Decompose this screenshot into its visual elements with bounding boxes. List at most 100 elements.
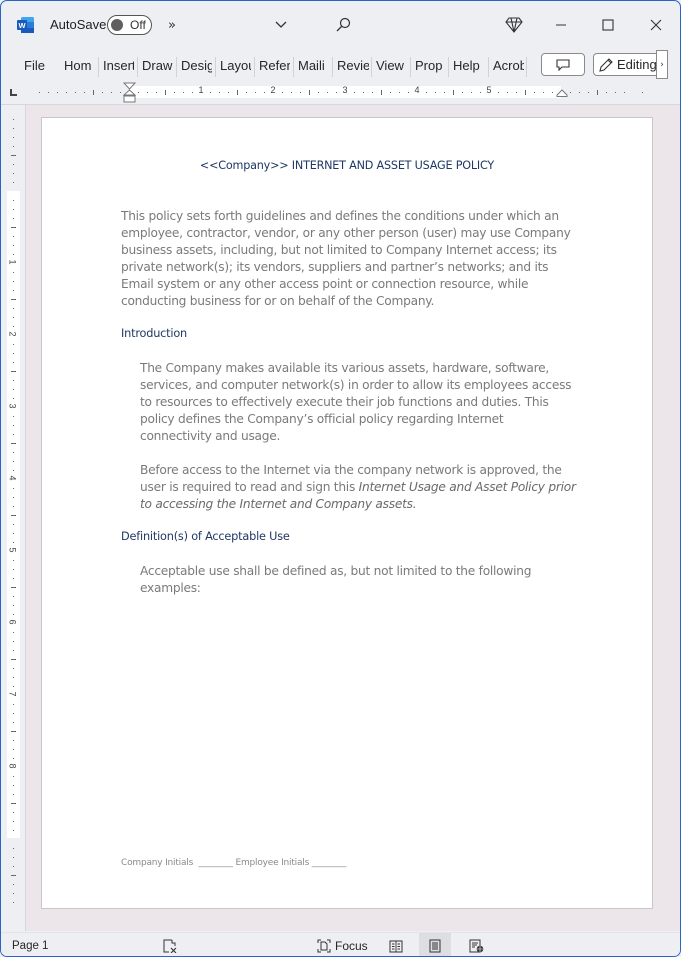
ruler-tick (111, 92, 112, 93)
section-heading-acceptable-use: Definition(s) of Acceptable Use (121, 530, 290, 543)
tab-home[interactable]: Hom (64, 57, 96, 75)
ruler-tick (498, 92, 499, 93)
editing-mode-button[interactable]: Editing (593, 53, 663, 76)
print-layout-icon[interactable] (419, 933, 451, 956)
ruler-tick (255, 92, 256, 93)
tab-mailings[interactable]: Maili (298, 57, 329, 75)
ruler-tick (11, 443, 16, 444)
ruler-tick (11, 587, 16, 588)
tab-references[interactable]: Refer (259, 57, 290, 75)
focus-icon (317, 939, 331, 953)
ruler-tick (138, 92, 139, 93)
svg-text:W: W (18, 21, 26, 30)
tab-draw[interactable]: Draw (142, 57, 174, 75)
ruler-tick (237, 90, 238, 95)
ruler-tick (300, 92, 301, 93)
ruler-tick (13, 569, 14, 570)
ruler-tick (444, 92, 445, 93)
ruler-number: 5 (486, 85, 492, 95)
ruler-number: 2 (7, 331, 18, 337)
vertical-ruler[interactable]: 1 2 3 4 5 6 7 8 (7, 107, 20, 907)
ruler-tick (13, 344, 14, 345)
tab-properties[interactable]: Prop (415, 57, 446, 75)
ruler-tick (13, 758, 14, 759)
ruler-tick (309, 90, 310, 95)
ruler-tick (453, 90, 454, 95)
ruler-tick (606, 92, 607, 93)
ruler-tick (147, 92, 148, 93)
ruler-number: 6 (7, 619, 18, 625)
word-window: W AutoSave Off » File Hom Insert Draw De… (0, 0, 681, 957)
minimize-icon[interactable] (551, 14, 571, 36)
ruler-tick (39, 92, 40, 93)
tab-insert[interactable]: Insert (103, 57, 134, 75)
ruler-tick (13, 416, 14, 417)
ruler-tick (13, 308, 14, 309)
focus-mode-button[interactable]: Focus (317, 936, 368, 956)
read-mode-icon[interactable] (386, 936, 406, 956)
comments-button[interactable] (541, 53, 585, 76)
ruler-tick (13, 173, 14, 174)
tab-help[interactable]: Help (453, 57, 485, 75)
ruler-tick (13, 254, 14, 255)
intro-paragraph: This policy sets forth guidelines and de… (121, 209, 571, 309)
ruler-tick (13, 524, 14, 525)
proofing-icon[interactable] (161, 936, 179, 956)
tab-selector-icon[interactable] (10, 89, 17, 96)
ruler-number: 1 (198, 85, 204, 95)
premium-diamond-icon[interactable] (504, 14, 524, 36)
close-icon[interactable] (646, 14, 666, 36)
ruler-tick (66, 92, 67, 93)
ruler-tick (13, 452, 14, 453)
ruler-tick (11, 731, 16, 732)
ruler-tick (13, 713, 14, 714)
tab-divider (410, 57, 411, 77)
ruler-tick (642, 92, 643, 93)
ruler-tick (13, 245, 14, 246)
ruler-tick (75, 92, 76, 93)
ruler-number: 8 (7, 763, 18, 769)
ruler-tick (13, 488, 14, 489)
ruler-tick (13, 650, 14, 651)
ribbon-scroll-right-button[interactable]: › (656, 50, 668, 79)
tab-layout[interactable]: Layou (220, 57, 251, 75)
tab-view[interactable]: View (376, 57, 408, 75)
left-indent-marker[interactable] (123, 82, 136, 103)
customize-qat-chevron-icon[interactable] (271, 14, 291, 36)
ruler-tick (570, 92, 571, 93)
word-icon[interactable]: W (17, 17, 34, 33)
ruler-tick (13, 614, 14, 615)
ruler-tick (13, 578, 14, 579)
ruler-tick (372, 92, 373, 93)
autosave-toggle[interactable]: Off (107, 15, 152, 35)
ruler-tick (615, 92, 616, 93)
ruler-tick (13, 425, 14, 426)
editing-label: Editing (617, 57, 657, 72)
ruler-tick (174, 92, 175, 93)
ruler-tick (588, 92, 589, 93)
tab-design[interactable]: Desig (181, 57, 212, 75)
ruler-tick (13, 749, 14, 750)
pencil-icon (599, 57, 613, 72)
tab-acrobat[interactable]: Acrob (493, 57, 524, 75)
maximize-icon[interactable] (598, 14, 618, 36)
tab-review[interactable]: Revie (337, 57, 369, 75)
search-icon[interactable] (333, 14, 353, 36)
page-number-status[interactable]: Page 1 (12, 940, 48, 952)
ruler-tick (11, 803, 16, 804)
tab-file[interactable]: File (24, 57, 45, 75)
tab-divider (332, 57, 333, 77)
introduction-paragraph: The Company makes available its various … (140, 361, 572, 444)
ruler-number: 3 (342, 85, 348, 95)
ruler-tick (13, 236, 14, 237)
ruler-tick (13, 389, 14, 390)
web-layout-icon[interactable] (466, 936, 486, 956)
ruler-tick (13, 641, 14, 642)
ruler-tick (13, 902, 14, 903)
tab-divider (448, 57, 449, 77)
ruler-tick (534, 92, 535, 93)
document-page[interactable]: <<Company>> INTERNET AND ASSET USAGE POL… (41, 117, 653, 909)
more-commands-icon[interactable]: » (162, 14, 182, 36)
access-paragraph: Before access to the Internet via the co… (140, 462, 576, 513)
right-indent-marker[interactable] (556, 89, 568, 97)
